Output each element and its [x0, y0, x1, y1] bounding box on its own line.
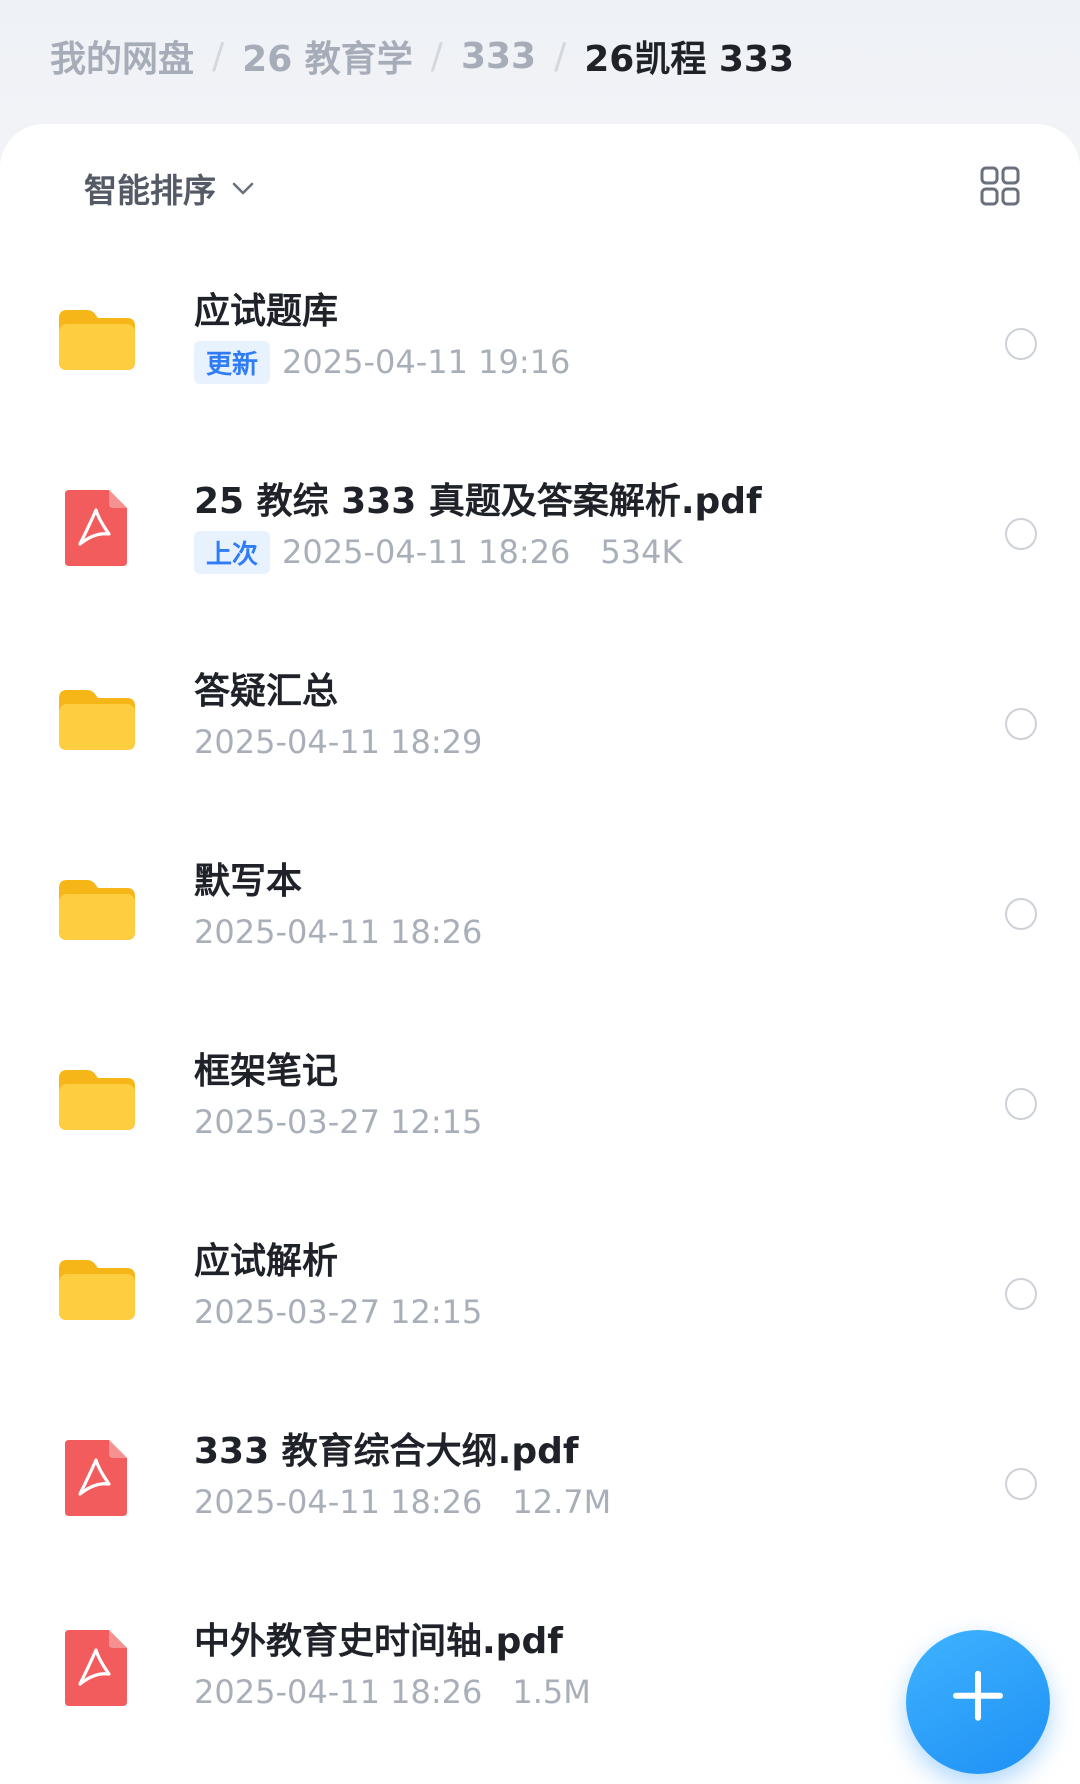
list-item[interactable]: 应试解析 2025-03-27 12:15 — [0, 1202, 1080, 1392]
list-item[interactable]: 框架笔记 2025-03-27 12:15 — [0, 1012, 1080, 1202]
pdf-icon — [55, 486, 139, 570]
select-checkbox[interactable] — [1005, 328, 1037, 360]
select-checkbox[interactable] — [1005, 518, 1037, 550]
select-checkbox[interactable] — [1005, 1088, 1037, 1120]
file-date: 2025-04-11 19:16 — [282, 343, 571, 381]
list-item[interactable]: 25 教综 333 真题及答案解析.pdf 上次 2025-04-11 18:2… — [0, 442, 1080, 632]
folder-icon — [55, 296, 139, 380]
breadcrumb-separator: / — [212, 35, 225, 77]
select-checkbox[interactable] — [1005, 1468, 1037, 1500]
breadcrumb-item-my-drive[interactable]: 我的网盘 — [50, 30, 194, 82]
file-name: 中外教育史时间轴.pdf — [194, 1621, 563, 1662]
file-name: 333 教育综合大纲.pdf — [194, 1431, 579, 1472]
file-date: 2025-04-11 18:26 — [194, 913, 483, 951]
sort-dropdown[interactable]: 智能排序 — [84, 164, 256, 212]
file-name: 答疑汇总 — [194, 671, 339, 712]
file-size: 1.5M — [512, 1673, 591, 1711]
file-list-panel: 智能排序 应试题库 更新 2025-04-11 19:16 25 教综 333 … — [0, 124, 1080, 1784]
file-date: 2025-04-11 18:26 — [194, 1483, 483, 1521]
file-date: 2025-04-11 18:26 — [282, 533, 571, 571]
file-meta: 2025-04-11 18:29 — [194, 720, 482, 764]
select-checkbox[interactable] — [1005, 708, 1037, 740]
status-badge: 更新 — [194, 340, 271, 384]
file-size: 534K — [600, 533, 683, 571]
list-item[interactable]: 默写本 2025-04-11 18:26 — [0, 822, 1080, 1012]
file-date: 2025-04-11 18:29 — [194, 723, 483, 761]
file-meta: 上次 2025-04-11 18:26 534K — [194, 530, 682, 574]
list-item[interactable]: 应试题库 更新 2025-04-11 19:16 — [0, 252, 1080, 442]
file-name: 框架笔记 — [194, 1051, 339, 1092]
file-meta: 2025-04-11 18:26 1.5M — [194, 1670, 591, 1714]
file-name: 25 教综 333 真题及答案解析.pdf — [194, 481, 762, 522]
chevron-down-icon — [230, 175, 256, 201]
select-checkbox[interactable] — [1005, 1278, 1037, 1310]
plus-icon — [953, 1670, 1003, 1721]
sort-label: 智能排序 — [84, 171, 216, 210]
file-meta: 2025-04-11 18:26 — [194, 910, 482, 954]
file-date: 2025-04-11 18:26 — [194, 1673, 483, 1711]
file-date: 2025-03-27 12:15 — [194, 1293, 483, 1331]
breadcrumb-separator: / — [554, 35, 567, 77]
folder-icon — [55, 676, 139, 760]
file-date: 2025-03-27 12:15 — [194, 1103, 483, 1141]
status-badge: 上次 — [194, 530, 271, 574]
file-list: 应试题库 更新 2025-04-11 19:16 25 教综 333 真题及答案… — [0, 252, 1080, 1772]
breadcrumb-item-education[interactable]: 26 教育学 — [242, 30, 413, 82]
file-size: 12.7M — [512, 1483, 612, 1521]
folder-icon — [55, 866, 139, 950]
grid-view-icon[interactable] — [980, 166, 1020, 206]
breadcrumb-item-333[interactable]: 333 — [461, 36, 536, 77]
list-item[interactable]: 答疑汇总 2025-04-11 18:29 — [0, 632, 1080, 822]
select-checkbox[interactable] — [1005, 898, 1037, 930]
file-name: 应试解析 — [194, 1241, 339, 1282]
file-meta: 2025-03-27 12:15 — [194, 1290, 482, 1334]
breadcrumb-current-folder: 26凯程 333 — [584, 39, 795, 80]
add-button[interactable] — [906, 1630, 1050, 1774]
list-item[interactable]: 333 教育综合大纲.pdf 2025-04-11 18:26 12.7M — [0, 1392, 1080, 1582]
file-meta: 更新 2025-04-11 19:16 — [194, 340, 570, 384]
file-name: 默写本 — [194, 861, 303, 902]
file-name: 应试题库 — [194, 291, 339, 332]
pdf-icon — [55, 1436, 139, 1520]
folder-icon — [55, 1246, 139, 1330]
breadcrumb-separator: / — [430, 35, 443, 77]
pdf-icon — [55, 1626, 139, 1710]
folder-icon — [55, 1056, 139, 1140]
file-meta: 2025-03-27 12:15 — [194, 1100, 482, 1144]
breadcrumb: 我的网盘 / 26 教育学 / 333 / 26凯程 333 — [50, 24, 794, 88]
file-meta: 2025-04-11 18:26 12.7M — [194, 1480, 611, 1524]
